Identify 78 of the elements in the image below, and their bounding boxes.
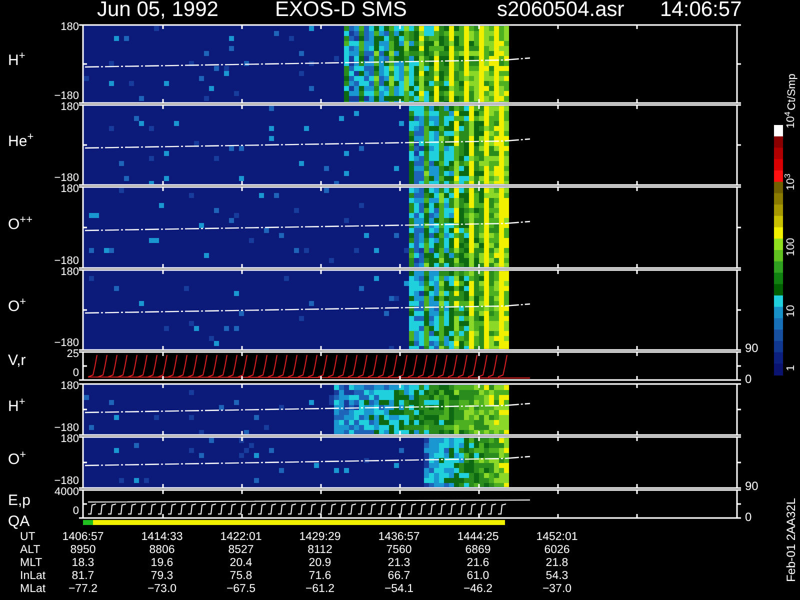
- panel-label: H$^{+}$: [8, 398, 26, 414]
- table-cell-text: 21.6: [466, 557, 490, 570]
- table-cell-text: 66.7: [386, 570, 412, 583]
- table-cell-text: 21.3: [386, 557, 412, 570]
- table-cell-text: 81.7: [70, 570, 96, 583]
- instrument-title: EXOS-D SMS: [275, 0, 407, 22]
- table-cell-text: 18.3: [70, 557, 96, 570]
- row-label: MLat: [20, 583, 46, 596]
- axis-tick-label: −180: [54, 255, 79, 267]
- table-cell-text: 1436:57: [377, 531, 421, 544]
- row-label: MLT: [20, 557, 42, 570]
- table-cell-text: 1406:57: [61, 531, 105, 544]
- table-cell-text: 8806: [148, 544, 176, 557]
- table-cell-text: −54.1: [383, 583, 415, 596]
- axis-tick-label: 180: [60, 21, 79, 33]
- axis-tick-label: 90: [745, 480, 758, 492]
- row-label: UT: [20, 531, 36, 544]
- table-cell-text: −61.2: [304, 583, 336, 596]
- axis-tick-label: −180: [54, 337, 79, 349]
- file-name: s2060504.asr: [497, 0, 624, 22]
- table-cell-text: 1444:25: [456, 531, 500, 544]
- axis-tick-label: 0: [745, 373, 752, 385]
- table-cell-text: 1429:29: [298, 531, 342, 544]
- table-cell-text: 6869: [464, 544, 492, 557]
- table-cell-text: −77.2: [67, 583, 99, 596]
- panel-label: E,p: [8, 493, 31, 509]
- table-cell-text: 8527: [227, 544, 255, 557]
- table-cell-text: 75.8: [228, 570, 254, 583]
- axis-tick-label: 180: [60, 266, 79, 278]
- panel-label: H$^{+}$: [8, 53, 26, 69]
- table-cell-text: 71.6: [308, 570, 332, 583]
- table-cell-text: 1414:33: [140, 531, 184, 544]
- date-title: Jun 05, 1992: [97, 0, 218, 22]
- axis-tick-label: 25: [66, 348, 79, 360]
- colorbar-title: Ct/Smp: [786, 74, 798, 110]
- table-cell-text: 20.9: [308, 557, 332, 570]
- table-cell-text: 8950: [69, 544, 97, 557]
- axis-tick-label: 0: [72, 505, 79, 517]
- table-cell-text: 1452:01: [535, 531, 579, 544]
- table-cell-text: −73.0: [146, 583, 178, 596]
- axis-tick-label: −180: [54, 422, 79, 434]
- table-cell-text: 54.3: [544, 570, 570, 583]
- axis-tick-label: 0: [72, 367, 79, 379]
- table-cell-text: −37.0: [541, 583, 573, 596]
- table-cell-text: 19.6: [150, 557, 174, 570]
- time-title: 14:06:57: [660, 0, 742, 22]
- table-cell-text: 20.4: [228, 557, 254, 570]
- table-cell-text: 21.8: [544, 557, 570, 570]
- panel-label: He$^{+}$: [8, 134, 34, 150]
- table-cell-text: 1422:01: [219, 531, 263, 544]
- colorbar-tick-label: 1: [785, 364, 797, 372]
- axis-tick-label: 4000: [54, 486, 79, 498]
- colorbar-tick-label: 100: [785, 238, 797, 256]
- table-cell-text: 61.0: [466, 570, 490, 583]
- row-label: ALT: [20, 544, 40, 557]
- axis-tick-label: 180: [60, 380, 79, 392]
- axis-tick-label: −180: [54, 90, 79, 102]
- axis-tick-label: 0: [745, 511, 752, 523]
- axis-tick-label: 90: [745, 342, 758, 354]
- axis-tick-label: −180: [54, 172, 79, 184]
- panel-label: V,r: [8, 353, 26, 369]
- axis-tick-label: 180: [60, 183, 79, 195]
- panel-label: QA: [8, 514, 30, 530]
- table-cell-text: 79.3: [150, 570, 174, 583]
- table-cell-text: 6026: [543, 544, 571, 557]
- axis-tick-label: −180: [54, 475, 79, 487]
- table-cell-text: −67.5: [225, 583, 257, 596]
- panel-label: O$^{+}$: [8, 452, 26, 468]
- table-cell-text: 8112: [306, 544, 334, 557]
- axis-tick-label: 180: [60, 433, 79, 445]
- table-cell-text: −46.2: [462, 583, 494, 596]
- footer-code: Feb-01 2AA32L: [785, 498, 797, 582]
- axis-tick-label: 180: [60, 101, 79, 113]
- table-cell-text: 7560: [385, 544, 413, 557]
- panel-label: O$^{+}$: [8, 299, 26, 315]
- panel-label: O$^{++}$: [8, 216, 33, 232]
- row-label: InLat: [20, 570, 46, 583]
- colorbar-tick-label: 10: [785, 304, 797, 318]
